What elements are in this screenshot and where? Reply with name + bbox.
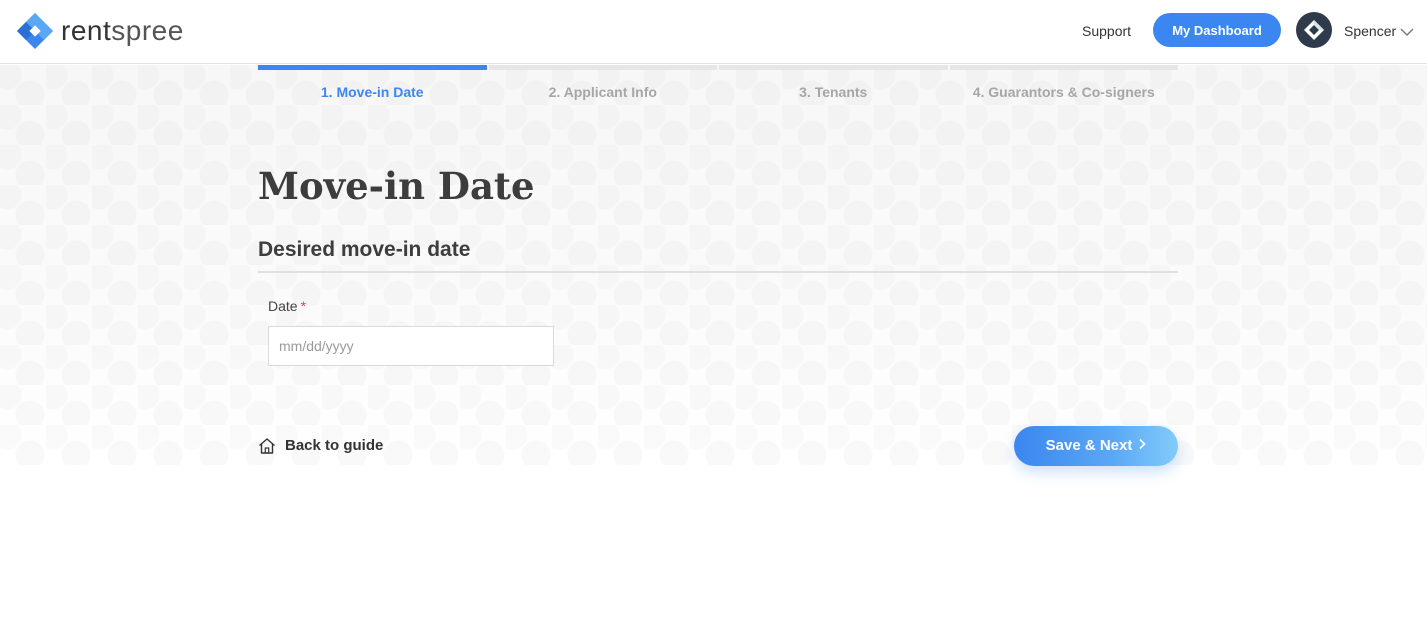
support-link[interactable]: Support — [1082, 21, 1131, 41]
top-navbar: rentspree Support My Dashboard Spencer — [0, 0, 1427, 64]
save-next-label: Save & Next — [1045, 437, 1133, 454]
step-label: 3. Tenants — [799, 84, 868, 100]
section-divider — [258, 271, 1178, 273]
chevron-right-icon — [1138, 426, 1146, 466]
brand-rent-text: rent — [61, 15, 112, 46]
move-in-date-input[interactable] — [268, 326, 554, 366]
brand-wordmark: rentspree — [61, 12, 184, 50]
progress-stepper: 1. Move-in Date 2. Applicant Info 3. Ten… — [258, 65, 1178, 105]
chevron-down-icon[interactable] — [1400, 24, 1414, 42]
brand-logo[interactable]: rentspree — [17, 12, 184, 50]
step-applicant-info[interactable]: 2. Applicant Info — [488, 65, 717, 105]
date-field-label: Date * — [268, 296, 306, 316]
step-label: 2. Applicant Info — [548, 84, 657, 100]
page-title: Move-in Date — [258, 164, 535, 208]
background-pattern — [0, 65, 1427, 465]
my-dashboard-button[interactable]: My Dashboard — [1153, 13, 1281, 47]
user-name[interactable]: Spencer — [1344, 21, 1396, 41]
step-label: 4. Guarantors & Co-signers — [972, 84, 1155, 100]
home-icon — [258, 437, 285, 455]
section-title: Desired move-in date — [258, 238, 471, 261]
required-indicator: * — [300, 298, 307, 314]
step-guarantors[interactable]: 4. Guarantors & Co-signers — [949, 65, 1178, 105]
save-and-next-button[interactable]: Save & Next — [1014, 426, 1178, 466]
step-progress-bar — [258, 65, 487, 70]
step-progress-bar — [949, 65, 1178, 70]
step-tenants[interactable]: 3. Tenants — [719, 65, 948, 105]
step-move-in-date[interactable]: 1. Move-in Date — [258, 65, 487, 105]
step-progress-bar — [719, 65, 948, 70]
back-to-guide-link[interactable]: Back to guide — [258, 436, 383, 456]
rentspree-logo-icon — [17, 13, 53, 49]
step-label: 1. Move-in Date — [320, 84, 424, 100]
step-progress-bar — [488, 65, 717, 70]
brand-spree-text: spree — [111, 15, 184, 46]
user-avatar-icon[interactable] — [1296, 12, 1332, 48]
back-to-guide-label: Back to guide — [285, 437, 384, 454]
date-label-text: Date — [268, 298, 298, 314]
